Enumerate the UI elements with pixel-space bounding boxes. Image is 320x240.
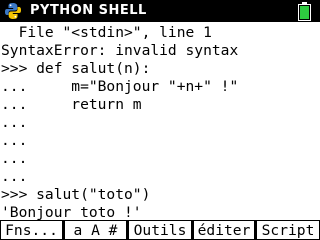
shell-line: >>> salut("toto"): [1, 186, 151, 203]
shell-line: ... m="Bonjour "+n+" !": [1, 78, 239, 95]
title-bar: PYTHON SHELL: [0, 0, 320, 22]
app-title: PYTHON SHELL: [30, 3, 147, 18]
shell-line: ... return m: [1, 96, 142, 113]
shell-line: ...: [1, 132, 28, 149]
menu-charset-button[interactable]: a A #: [65, 221, 126, 239]
shell-line: 'Bonjour toto !': [1, 204, 142, 220]
menu-outils-button[interactable]: Outils: [129, 221, 191, 239]
python-logo-icon: [5, 3, 21, 19]
shell-line: File "<stdin>", line 1: [1, 24, 212, 41]
shell-output[interactable]: File "<stdin>", line 1 SyntaxError: inva…: [1, 24, 319, 220]
shell-line: SyntaxError: invalid syntax: [1, 42, 239, 59]
menu-script-button[interactable]: Script: [257, 221, 319, 239]
battery-icon: [298, 2, 311, 21]
menu-editer-button[interactable]: éditer: [194, 221, 254, 239]
shell-line: >>> def salut(n):: [1, 60, 151, 77]
menu-bar: Fns... a A # Outils éditer Script: [0, 220, 320, 240]
shell-line: ...: [1, 168, 28, 185]
shell-line: ...: [1, 114, 28, 131]
menu-fns-button[interactable]: Fns...: [1, 221, 62, 239]
shell-line: ...: [1, 150, 28, 167]
